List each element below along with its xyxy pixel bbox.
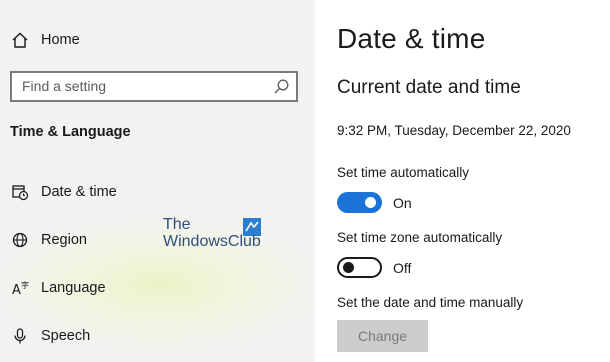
set-time-auto-state: On	[393, 195, 412, 211]
set-time-auto-label: Set time automatically	[337, 165, 470, 180]
calendar-clock-icon	[10, 182, 30, 202]
nav-home[interactable]: Home	[10, 28, 80, 52]
set-time-auto-toggle[interactable]	[337, 192, 382, 213]
sidebar-item-language[interactable]: A字 Language	[10, 276, 106, 300]
current-datetime-text: 9:32 PM, Tuesday, December 22, 2020	[337, 123, 571, 138]
home-icon	[10, 30, 30, 50]
watermark: The WindowsClub	[163, 216, 273, 256]
manual-datetime-label: Set the date and time manually	[337, 295, 524, 310]
sidebar: Home Find a setting Time & Language Date…	[0, 0, 315, 362]
globe-icon	[10, 230, 30, 250]
set-timezone-auto-label: Set time zone automatically	[337, 230, 503, 245]
sidebar-item-speech[interactable]: Speech	[10, 324, 90, 348]
current-date-heading: Current date and time	[337, 77, 521, 98]
search-box[interactable]: Find a setting	[10, 71, 298, 102]
sidebar-item-label: Region	[41, 232, 87, 248]
set-timezone-auto-state: Off	[393, 260, 412, 276]
nav-home-label: Home	[41, 32, 80, 48]
toggle-knob	[365, 197, 376, 208]
sidebar-item-label: Date & time	[41, 184, 117, 200]
svg-text:A: A	[12, 283, 21, 297]
svg-text:字: 字	[21, 280, 29, 290]
change-button[interactable]: Change	[337, 320, 428, 352]
language-icon: A字	[10, 278, 30, 298]
sidebar-item-label: Language	[41, 280, 106, 296]
sidebar-item-date-time[interactable]: Date & time	[10, 180, 117, 204]
microphone-icon	[10, 326, 30, 346]
section-title: Time & Language	[10, 124, 131, 140]
page-title: Date & time	[337, 23, 486, 54]
main-panel: Date & time Current date and time 9:32 P…	[315, 0, 610, 362]
search-input[interactable]: Find a setting	[22, 78, 106, 94]
search-icon[interactable]	[273, 78, 290, 95]
set-timezone-auto-toggle[interactable]	[337, 257, 382, 278]
sidebar-item-label: Speech	[41, 328, 91, 344]
sidebar-item-region[interactable]: Region	[10, 228, 87, 252]
watermark-line2: WindowsClub	[163, 233, 261, 250]
watermark-line1: The	[163, 216, 191, 233]
toggle-knob	[343, 262, 354, 273]
